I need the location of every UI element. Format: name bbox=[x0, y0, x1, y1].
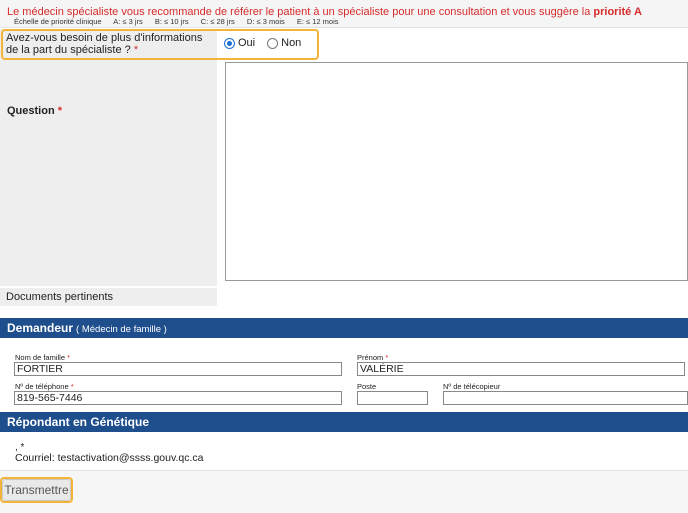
priority-scale-item: B: ≤ 10 jrs bbox=[154, 17, 189, 26]
demandeur-title-text: Demandeur bbox=[7, 321, 74, 335]
documents-label-cell: Documents pertinents bbox=[0, 288, 217, 306]
prenom-label: Prénom * bbox=[357, 353, 388, 362]
fax-label: Nº de télécopieur bbox=[443, 382, 501, 391]
more-info-radio-group: Oui Non bbox=[224, 37, 313, 49]
priority-scale-label: Échelle de priorité clinique bbox=[14, 17, 102, 26]
question-label: Question * bbox=[7, 105, 62, 117]
required-mark: * bbox=[385, 353, 389, 362]
question-textarea[interactable] bbox=[225, 62, 688, 281]
nom-label: Nom de famille * bbox=[15, 353, 70, 362]
repondant-title: Répondant en Génétique bbox=[7, 415, 150, 429]
telephone-label: Nº de téléphone * bbox=[15, 382, 74, 391]
repondant-email: Courriel: testactivation@ssss.gouv.qc.ca bbox=[15, 452, 204, 464]
prenom-label-text: Prénom bbox=[357, 353, 384, 362]
priority-notice: Le médecin spécialiste vous recommande d… bbox=[0, 0, 688, 28]
priority-scale-item: C: ≤ 28 jrs bbox=[200, 17, 235, 26]
submit-button[interactable]: Transmettre bbox=[2, 479, 71, 501]
radio-oui[interactable] bbox=[224, 37, 235, 49]
footer-bar bbox=[0, 470, 688, 513]
question-label-cell bbox=[0, 61, 217, 286]
documents-label: Documents pertinents bbox=[6, 291, 113, 303]
nom-label-text: Nom de famille bbox=[15, 353, 66, 362]
question-label-text: Question bbox=[7, 105, 55, 117]
radio-non[interactable] bbox=[267, 37, 279, 49]
priority-scale-item: D: ≤ 3 mois bbox=[246, 17, 285, 26]
nom-field[interactable]: FORTIER bbox=[14, 362, 342, 376]
demandeur-subtitle: ( Médecin de famille ) bbox=[76, 324, 167, 335]
required-mark: * bbox=[67, 353, 71, 362]
required-mark: * bbox=[70, 382, 74, 391]
telephone-label-text: Nº de téléphone bbox=[15, 382, 69, 391]
priority-scale-item: A: ≤ 3 jrs bbox=[113, 17, 143, 26]
priority-value: priorité A bbox=[593, 6, 642, 18]
demandeur-header: Demandeur( Médecin de famille ) bbox=[0, 318, 688, 338]
poste-label: Poste bbox=[357, 382, 377, 391]
poste-field[interactable] bbox=[357, 391, 428, 405]
telephone-field[interactable]: 819-565-7446 bbox=[14, 391, 342, 405]
priority-scale: Échelle de priorité clinique A: ≤ 3 jrs … bbox=[14, 17, 349, 26]
fax-field[interactable] bbox=[443, 391, 688, 405]
prenom-field[interactable]: VALÉRIE bbox=[357, 362, 685, 376]
radio-non-label[interactable]: Non bbox=[281, 37, 301, 49]
required-mark: * bbox=[57, 105, 63, 117]
radio-oui-label[interactable]: Oui bbox=[238, 37, 255, 49]
priority-scale-item: E: ≤ 12 mois bbox=[296, 17, 339, 26]
demandeur-title: Demandeur( Médecin de famille ) bbox=[7, 321, 167, 335]
repondant-header: Répondant en Génétique bbox=[0, 412, 688, 432]
